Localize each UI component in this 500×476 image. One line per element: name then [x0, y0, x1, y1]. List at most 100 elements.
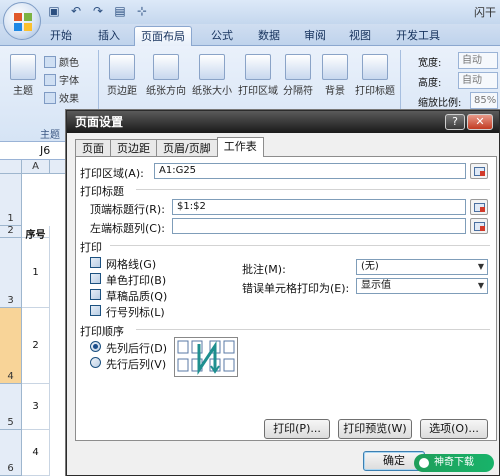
watermark-logo: 神奇下载 — [414, 454, 494, 472]
scale-label: 缩放比例: — [418, 98, 462, 109]
colors-icon — [44, 55, 56, 68]
black-white-checkbox[interactable] — [90, 273, 101, 284]
row-header-5[interactable]: 5 — [0, 384, 22, 430]
size-icon — [199, 54, 225, 80]
top-rows-input[interactable]: $1:$2 — [172, 199, 466, 215]
left-columns-input[interactable] — [172, 218, 466, 234]
page-order-preview-icon — [174, 337, 238, 377]
size-button[interactable]: 纸张大小 — [190, 54, 234, 97]
sheet-tab-panel: 打印区域(A): A1:G25 打印标题 顶端标题行(R): $1:$2 左端标… — [75, 156, 497, 441]
background-icon — [322, 54, 348, 80]
tab-review[interactable]: 审阅 — [298, 26, 332, 46]
print-button[interactable]: 打印(P)... — [264, 419, 330, 439]
dialog-title-buttons: ? ✕ — [445, 114, 493, 130]
header-cell-seq[interactable]: 序号 — [22, 226, 50, 241]
customize-icon[interactable]: ⊹ — [134, 3, 150, 19]
collapse-dialog-icon[interactable] — [470, 199, 488, 215]
tab-insert[interactable]: 插入 — [92, 26, 126, 46]
print-preview-button[interactable]: 打印预览(W) — [338, 419, 412, 439]
print-area-button[interactable]: 打印区域 — [236, 54, 280, 97]
draft-quality-checkbox[interactable] — [90, 289, 101, 300]
print-titles-button[interactable]: 打印标题 — [352, 54, 398, 97]
save-icon[interactable]: ▣ — [46, 3, 62, 19]
row-header-6[interactable]: 6 — [0, 430, 22, 476]
comments-select[interactable]: (无) — [356, 259, 488, 275]
print-area-input[interactable]: A1:G25 — [154, 163, 466, 179]
collapse-dialog-icon[interactable] — [470, 163, 488, 179]
row-header-2[interactable]: 2 — [0, 225, 22, 238]
orientation-icon — [153, 54, 179, 80]
fonts-icon — [44, 73, 56, 86]
over-then-down-radio[interactable] — [90, 357, 101, 368]
options-button[interactable]: 选项(O)... — [420, 419, 488, 439]
undo-icon[interactable]: ↶ — [68, 3, 84, 19]
collapse-dialog-icon[interactable] — [470, 218, 488, 234]
help-icon[interactable]: ? — [445, 114, 465, 130]
redo-icon[interactable]: ↷ — [90, 3, 106, 19]
column-header-a[interactable]: A — [22, 160, 50, 174]
gridlines-checkbox[interactable] — [90, 257, 101, 268]
table-cell[interactable]: 4 — [22, 430, 50, 476]
print-area-label: 打印区域(A): — [80, 167, 144, 180]
effects-icon — [44, 91, 56, 104]
table-cell[interactable]: 2 — [22, 308, 50, 384]
tab-home[interactable]: 开始 — [44, 26, 78, 46]
colors-button[interactable]: 颜色 — [44, 54, 79, 69]
scale-field[interactable]: 85% — [470, 92, 498, 109]
page-order-heading: 打印顺序 — [80, 325, 124, 338]
office-logo-icon — [14, 13, 32, 31]
margins-button[interactable]: 页边距 — [104, 54, 140, 97]
comments-label: 批注(M): — [242, 263, 286, 276]
cell-errors-label: 错误单元格打印为(E): — [242, 282, 350, 295]
tab-sheet[interactable]: 工作表 — [216, 137, 264, 157]
close-icon[interactable]: ✕ — [467, 114, 493, 130]
orientation-button[interactable]: 纸张方向 — [144, 54, 188, 97]
row-col-headings-label: 行号列标(L) — [106, 306, 165, 319]
background-button[interactable]: 背景 — [320, 54, 350, 97]
tab-page-layout[interactable]: 页面布局 — [134, 26, 192, 46]
tab-page[interactable]: 页面 — [75, 139, 111, 157]
window-title: 闪干 — [474, 6, 496, 19]
dialog-tabs: 页面 页边距 页眉/页脚 工作表 — [75, 137, 264, 157]
row-header-1[interactable]: 1 — [0, 174, 22, 226]
theme-button[interactable]: 主题 — [8, 54, 38, 97]
down-then-over-label: 先列后行(D) — [106, 342, 168, 355]
select-all-corner[interactable] — [0, 160, 22, 174]
name-box[interactable]: J6 — [40, 144, 50, 157]
tab-developer[interactable]: 开发工具 — [390, 26, 446, 46]
row-header-3[interactable]: 3 — [0, 238, 22, 308]
office-button[interactable] — [3, 2, 41, 40]
ribbon-tabs: 开始 插入 页面布局 公式 数据 审阅 视图 开发工具 — [0, 24, 500, 46]
table-cell[interactable]: 1 — [22, 238, 50, 308]
title-bar: ▣ ↶ ↷ ▤ ⊹ 闪干 — [0, 0, 500, 24]
down-then-over-radio[interactable] — [90, 341, 101, 352]
margins-icon — [109, 54, 135, 80]
draft-quality-label: 草稿品质(Q) — [106, 290, 168, 303]
top-rows-label: 顶端标题行(R): — [90, 203, 165, 216]
theme-icon — [10, 54, 36, 80]
table-cell[interactable]: 3 — [22, 384, 50, 430]
left-columns-label: 左端标题列(C): — [90, 222, 165, 235]
height-label: 高度: — [418, 78, 442, 89]
width-label: 宽度: — [418, 58, 442, 69]
print-titles-icon — [362, 54, 388, 80]
breaks-button[interactable]: 分隔符 — [280, 54, 316, 97]
row-header-4[interactable]: 4 — [0, 308, 22, 384]
height-select[interactable]: 自动 — [458, 72, 498, 89]
width-select[interactable]: 自动 — [458, 52, 498, 69]
over-then-down-label: 先行后列(V) — [106, 358, 167, 371]
print-titles-heading: 打印标题 — [80, 185, 124, 198]
print-preview-icon[interactable]: ▤ — [112, 3, 128, 19]
fonts-button[interactable]: 字体 — [44, 72, 79, 87]
row-col-headings-checkbox[interactable] — [90, 305, 101, 316]
tab-formulas[interactable]: 公式 — [205, 26, 239, 46]
theme-group-label: 主题 — [40, 130, 60, 141]
effects-button[interactable]: 效果 — [44, 90, 79, 105]
tab-data[interactable]: 数据 — [252, 26, 286, 46]
tab-header-footer[interactable]: 页眉/页脚 — [156, 139, 218, 157]
tab-view[interactable]: 视图 — [343, 26, 377, 46]
tab-margins[interactable]: 页边距 — [110, 139, 157, 157]
section-divider — [110, 245, 490, 246]
cell-errors-select[interactable]: 显示值 — [356, 278, 488, 294]
dialog-title: 页面设置 — [67, 111, 499, 133]
